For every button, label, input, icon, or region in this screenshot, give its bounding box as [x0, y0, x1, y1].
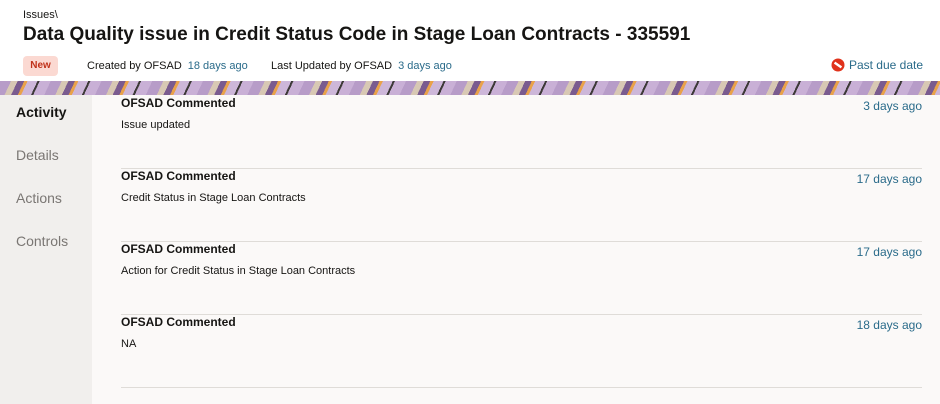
- status-badge: New: [23, 56, 58, 76]
- sidebar-item-activity[interactable]: Activity: [16, 104, 67, 120]
- created-info: Created by OFSAD 18 days ago: [87, 60, 248, 72]
- issue-meta: New Created by OFSAD 18 days ago Last Upd…: [23, 56, 923, 78]
- sidebar: Activity Details Actions Controls: [0, 95, 92, 404]
- sidebar-item-controls[interactable]: Controls: [16, 233, 68, 249]
- created-label: Created by OFSAD: [87, 60, 182, 72]
- issue-header: Issues\ Data Quality issue in Credit Sta…: [0, 0, 940, 81]
- activity-entry: OFSAD Commented Action for Credit Status…: [121, 241, 922, 315]
- activity-entry: OFSAD Commented NA 18 days ago: [121, 314, 922, 388]
- updated-time: 3 days ago: [398, 60, 452, 72]
- past-due-indicator[interactable]: Past due date: [831, 58, 923, 72]
- past-due-label: Past due date: [848, 58, 923, 72]
- sidebar-item-details[interactable]: Details: [16, 147, 59, 163]
- entry-time[interactable]: 3 days ago: [863, 99, 922, 113]
- entry-author: OFSAD Commented: [121, 96, 236, 110]
- entry-time[interactable]: 17 days ago: [857, 245, 922, 259]
- page-title: Data Quality issue in Credit Status Code…: [23, 24, 691, 45]
- sidebar-item-actions[interactable]: Actions: [16, 190, 62, 206]
- entry-message: Action for Credit Status in Stage Loan C…: [121, 265, 356, 277]
- breadcrumb[interactable]: Issues\: [23, 9, 58, 21]
- entry-message: Credit Status in Stage Loan Contracts: [121, 192, 306, 204]
- no-entry-icon: [831, 58, 845, 72]
- entry-author: OFSAD Commented: [121, 315, 236, 329]
- activity-entry: OFSAD Commented Credit Status in Stage L…: [121, 168, 922, 242]
- decorative-banner: [0, 81, 940, 95]
- entry-author: OFSAD Commented: [121, 169, 236, 183]
- activity-entry: OFSAD Commented Issue updated 3 days ago: [121, 95, 922, 169]
- activity-feed: OFSAD Commented Issue updated 3 days ago…: [92, 95, 940, 404]
- entry-time[interactable]: 18 days ago: [857, 318, 922, 332]
- updated-label: Last Updated by OFSAD: [271, 60, 393, 72]
- created-time: 18 days ago: [187, 60, 248, 72]
- entry-message: Issue updated: [121, 119, 191, 131]
- entry-message: NA: [121, 338, 137, 350]
- entry-author: OFSAD Commented: [121, 242, 236, 256]
- updated-info: Last Updated by OFSAD 3 days ago: [271, 60, 452, 72]
- entry-time[interactable]: 17 days ago: [857, 172, 922, 186]
